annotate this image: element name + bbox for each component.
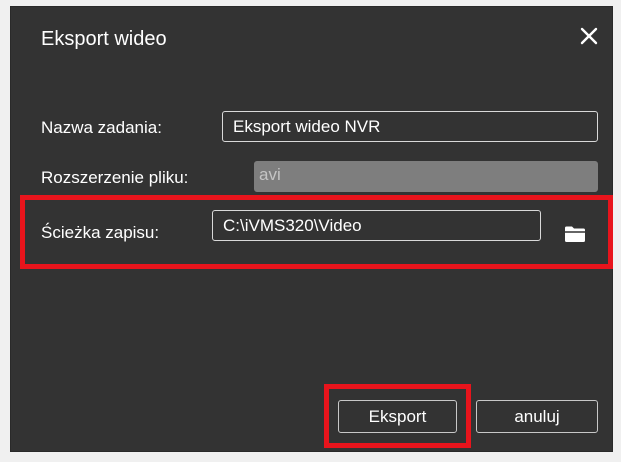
task-name-label: Nazwa zadania: [41, 118, 162, 137]
dialog-title: Eksport wideo [41, 28, 167, 50]
task-name-input[interactable] [222, 111, 598, 142]
folder-icon [565, 226, 585, 242]
cancel-button[interactable]: anuluj [476, 400, 598, 433]
export-button[interactable]: Eksport [338, 400, 457, 433]
file-extension-label: Rozszerzenie pliku: [41, 168, 189, 187]
close-button[interactable] [572, 19, 606, 53]
file-extension-field: avi [254, 161, 598, 192]
browse-folder-button[interactable] [561, 221, 589, 247]
save-path-input[interactable] [212, 210, 541, 241]
close-icon [580, 27, 598, 45]
export-video-dialog: Eksport wideo Nazwa zadania: Rozszerzeni… [10, 6, 613, 452]
save-path-label: Ścieżka zapisu: [41, 223, 160, 242]
